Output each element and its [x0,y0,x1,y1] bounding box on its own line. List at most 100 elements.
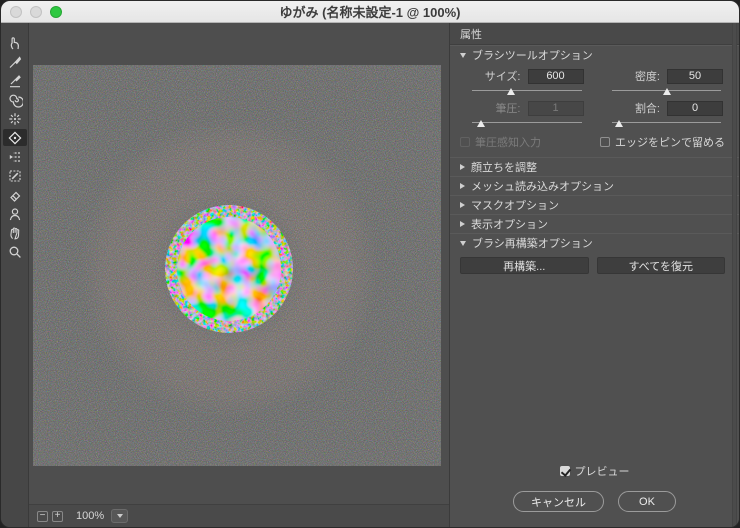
pressure-label: 筆圧: [495,100,520,116]
disclosure-closed-icon [460,202,465,208]
density-field: 密度: [600,67,724,99]
zoom-window-button[interactable] [50,6,62,18]
pucker-tool[interactable] [3,110,27,127]
size-field: サイズ: [460,67,584,99]
slider-thumb[interactable] [477,120,485,127]
thaw-mask-tool[interactable] [3,186,27,203]
brush-options-checkboxes: 筆圧感知入力 エッジをピンで留める [450,133,739,157]
reconstruct-buttons: 再構築... すべてを復元 [450,252,739,283]
reconstruct-icon [7,54,23,70]
pucker-icon [7,111,23,127]
forward-warp-tool[interactable] [3,34,27,51]
stylus-pressure-label: 筆圧感知入力 [475,134,541,150]
panel-title: 属性 [450,23,739,45]
panel-spacer [450,283,739,463]
hand-icon [7,225,23,241]
preview-canvas-area: − + 100% [29,23,449,527]
disclosure-closed-icon [460,164,465,170]
smooth-icon [7,73,23,89]
preview-checkbox-box [560,466,570,476]
size-slider[interactable] [472,86,582,97]
checkbox-icon [600,137,610,147]
pin-edges-label: エッジをピンで留める [615,134,725,150]
checkbox-icon [460,137,470,147]
chevron-down-icon [117,514,123,518]
hand-tool[interactable] [3,224,27,241]
section-label: ブラシツールオプション [472,47,593,63]
traffic-lights [10,6,62,18]
rate-label: 割合: [635,100,660,116]
liquify-toolbar [1,23,29,527]
reconstruct-button[interactable]: 再構築... [460,257,589,274]
section-face-aware[interactable]: 顔立ちを調整 [450,157,739,176]
thaw-mask-icon [7,187,23,203]
properties-panel: 属性 ブラシツールオプション サイズ: [449,23,739,527]
zoom-out-button[interactable]: − [37,511,48,522]
disclosure-closed-icon [460,183,465,189]
density-slider[interactable] [612,86,722,97]
size-label: サイズ: [485,68,521,84]
section-load-mesh-options[interactable]: メッシュ読み込みオプション [450,176,739,195]
slider-thumb[interactable] [615,120,623,127]
slider-track [472,90,582,91]
minimize-button[interactable] [30,6,42,18]
size-input[interactable] [528,69,584,84]
twirl-clockwise-tool[interactable] [3,91,27,108]
pin-edges-checkbox[interactable]: エッジをピンで留める [600,134,725,150]
slider-thumb[interactable] [507,88,515,95]
disclosure-open-icon [460,241,466,246]
cancel-button[interactable]: キャンセル [513,491,604,512]
density-label: 密度: [635,68,660,84]
canvas-statusbar: − + 100% [29,504,449,527]
section-mask-options[interactable]: マスクオプション [450,195,739,214]
slider-thumb[interactable] [663,88,671,95]
dialog-content: − + 100% 属性 ブラシツールオプション サイズ: [1,23,739,527]
section-view-options[interactable]: 表示オプション [450,214,739,233]
restore-all-button[interactable]: すべてを復元 [597,257,726,274]
bloat-tool[interactable] [3,129,27,146]
action-buttons: キャンセル OK [513,491,676,512]
brush-options-controls: サイズ: 密度: [450,64,739,133]
section-label: マスクオプション [471,197,559,213]
zoom-tool[interactable] [3,243,27,260]
panel-scrollbar[interactable] [732,23,737,527]
freeze-mask-tool[interactable] [3,167,27,184]
smooth-tool[interactable] [3,72,27,89]
liquify-dialog: ゆがみ (名称未設定-1 @ 100%) [0,0,740,528]
zoom-in-button[interactable]: + [52,511,63,522]
section-label: メッシュ読み込みオプション [471,178,614,194]
close-button[interactable] [10,6,22,18]
slider-track [612,122,722,123]
section-brush-reconstruct-options[interactable]: ブラシ再構築オプション [450,233,739,252]
density-input[interactable] [667,69,723,84]
preview-image[interactable] [33,65,441,466]
pressure-input [528,101,584,116]
zoom-icon [7,244,23,260]
title-bar: ゆがみ (名称未設定-1 @ 100%) [1,1,739,23]
freeze-mask-icon [7,168,23,184]
section-label: ブラシ再構築オプション [472,235,593,251]
stylus-pressure-checkbox: 筆圧感知入力 [460,134,541,150]
disclosure-open-icon [460,53,466,58]
push-left-icon [7,149,23,165]
section-brush-tool-options[interactable]: ブラシツールオプション [450,45,739,64]
zoom-level-value: 100% [76,510,104,522]
pressure-field: 筆圧: [460,99,584,131]
dialog-footer: プレビュー キャンセル OK [450,463,739,527]
rate-slider[interactable] [612,118,722,129]
window-title: ゆがみ (名称未設定-1 @ 100%) [280,2,461,21]
forward-warp-icon [7,35,23,51]
disclosure-closed-icon [460,221,465,227]
slider-track [472,122,582,123]
pressure-slider[interactable] [472,118,582,129]
push-left-tool[interactable] [3,148,27,165]
zoom-level-dropdown[interactable] [111,509,128,523]
rate-field: 割合: [600,99,724,131]
face-tool[interactable] [3,205,27,222]
twirl-icon [7,92,23,108]
ok-button[interactable]: OK [618,491,676,512]
reconstruct-tool[interactable] [3,53,27,70]
preview-label: プレビュー [575,463,630,479]
preview-checkbox[interactable]: プレビュー [560,463,630,479]
rate-input[interactable] [667,101,723,116]
